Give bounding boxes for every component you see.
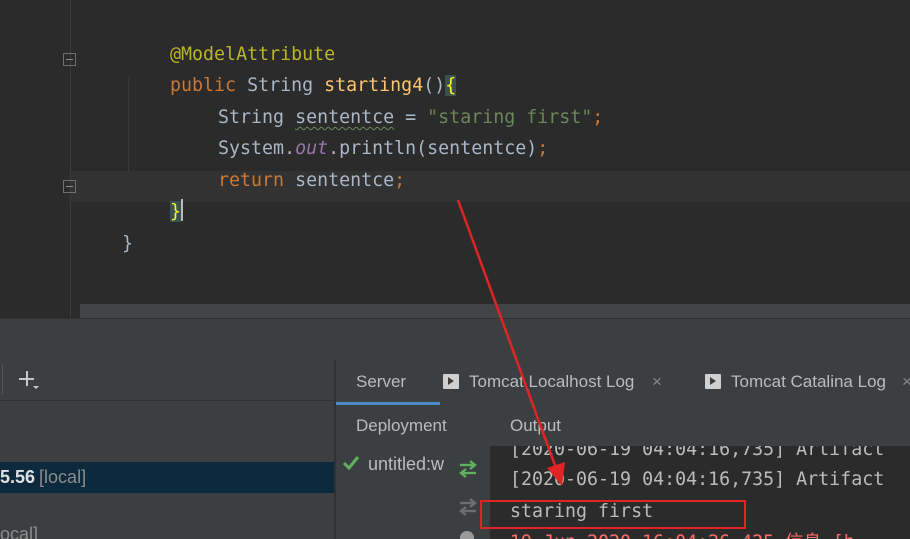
- active-tab-indicator: [336, 402, 440, 405]
- code-editor[interactable]: @ModelAttribute public String starting4(…: [0, 0, 910, 318]
- fold-icon[interactable]: [63, 53, 76, 66]
- code-line-close-method: }: [126, 173, 184, 251]
- check-icon: [342, 456, 360, 471]
- code-line-return: return sententce;: [174, 142, 405, 220]
- server-tree-row[interactable]: ocal]: [0, 524, 38, 539]
- fold-icon[interactable]: [63, 180, 76, 193]
- log-line: [2020-06-19 04:04:16,735] Artifact: [510, 446, 885, 460]
- text-cursor: [181, 199, 184, 221]
- log-line: [2020-06-19 04:04:16,735] Artifact: [510, 469, 885, 490]
- server-local-label: ocal]: [0, 524, 39, 539]
- tab-tomcat-localhost-log[interactable]: Tomcat Localhost Log: [443, 360, 634, 404]
- redeploy-icon[interactable]: [457, 458, 479, 480]
- variable-token: sententce: [284, 170, 395, 191]
- add-icon[interactable]: [16, 367, 42, 393]
- tab-label: Tomcat Localhost Log: [469, 372, 635, 391]
- undeploy-icon[interactable]: [457, 496, 479, 518]
- code-line-close-class: }: [78, 205, 133, 283]
- tab-tomcat-catalina-log[interactable]: Tomcat Catalina Log: [705, 360, 886, 404]
- semicolon-token: ;: [592, 107, 604, 128]
- console-icon: [705, 374, 721, 389]
- deployment-header: Deployment: [336, 406, 490, 446]
- server-local-label: [local]: [39, 467, 87, 487]
- brace-token: }: [170, 201, 182, 222]
- highlight-box: [480, 500, 746, 529]
- semicolon-token: ;: [537, 138, 549, 159]
- toolbar-separator: [2, 364, 3, 394]
- console-icon: [443, 374, 459, 389]
- close-icon[interactable]: ×: [902, 360, 910, 404]
- deployment-item[interactable]: untitled:w: [368, 454, 446, 475]
- brace-token: }: [122, 233, 134, 254]
- keyword-token: return: [218, 170, 285, 191]
- tab-label: Tomcat Catalina Log: [731, 372, 886, 391]
- close-icon[interactable]: ×: [652, 360, 662, 404]
- horizontal-scrollbar[interactable]: [80, 304, 910, 318]
- gutter-separator: [70, 0, 71, 318]
- log-line: 19-Jun-2020 16:04:26.425 信息 [h: [510, 531, 855, 539]
- server-version-label: 5.56: [0, 467, 36, 487]
- left-panel-divider: [0, 400, 334, 401]
- tab-server[interactable]: Server: [356, 360, 406, 404]
- semicolon-token: ;: [394, 170, 406, 191]
- output-header: Output: [490, 406, 910, 446]
- tab-label: Server: [356, 372, 407, 391]
- debug-icon[interactable]: [460, 531, 474, 539]
- server-tree-row-selected[interactable]: 5.56 [local]: [0, 462, 334, 493]
